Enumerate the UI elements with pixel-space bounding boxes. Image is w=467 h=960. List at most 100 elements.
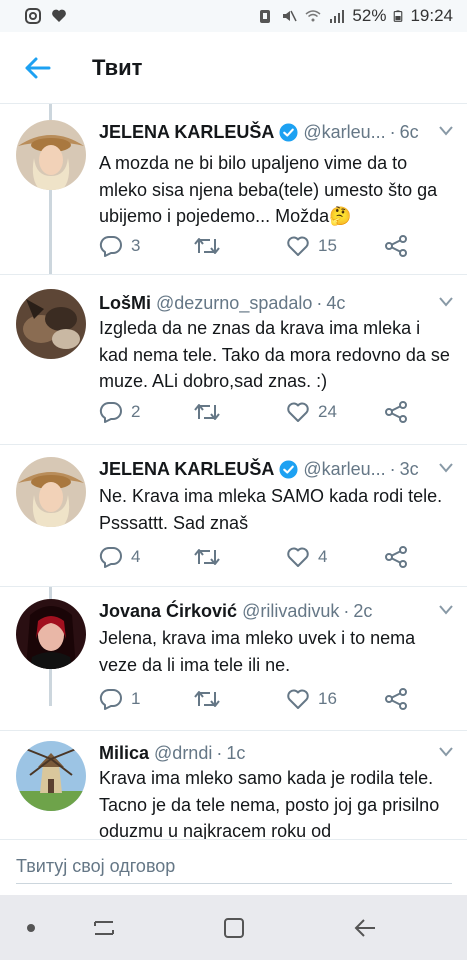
tweet-header: JELENA KARLEUŠA @karleu... · 3c <box>99 455 453 483</box>
tweet-thread[interactable]: JELENA KARLEUŠA @karleu... · 6c A mozda … <box>0 104 467 839</box>
like-button[interactable]: 15 <box>286 235 384 257</box>
retweet-button[interactable] <box>194 402 286 422</box>
tweet-text: Krava ima mleko samo kada je rodila tele… <box>99 768 440 839</box>
instagram-icon <box>25 8 41 24</box>
heart-outline-icon <box>287 236 309 256</box>
chevron-down-icon[interactable] <box>439 605 453 615</box>
battery-icon <box>394 10 403 22</box>
share-icon <box>385 688 407 710</box>
retweet-icon <box>194 549 220 565</box>
reply-input[interactable] <box>16 850 452 884</box>
share-button[interactable] <box>384 688 408 710</box>
chevron-down-icon[interactable] <box>439 747 453 757</box>
separator-dot: · <box>389 121 396 142</box>
dot-icon <box>27 924 35 932</box>
reply-button[interactable]: 2 <box>99 401 194 423</box>
retweet-icon <box>194 238 220 254</box>
chevron-down-icon[interactable] <box>439 126 453 136</box>
share-icon <box>385 235 407 257</box>
tweet-time: 6c <box>399 121 419 142</box>
avatar[interactable] <box>16 599 86 669</box>
alarm-icon <box>260 10 271 23</box>
back-button[interactable] <box>0 32 74 104</box>
author-handle[interactable]: @karleu... <box>303 459 385 480</box>
tweet-time: 1c <box>226 742 246 763</box>
separator-dot: · <box>343 600 350 621</box>
reply-button[interactable]: 4 <box>99 546 194 568</box>
status-bar: 52% 19:24 <box>0 0 467 32</box>
reply-button[interactable]: 3 <box>99 235 194 257</box>
avatar[interactable] <box>16 120 86 190</box>
tweet-time: 3c <box>399 458 419 479</box>
share-button[interactable] <box>384 546 408 568</box>
app-header: Твит <box>0 32 467 104</box>
tweet-header: Milica @drndi · 1c <box>99 739 453 767</box>
separator-dot: · <box>389 458 396 479</box>
tweet-header: Jovana Ćirković @rilivadivuk · 2c <box>99 597 453 625</box>
tweet-card[interactable]: JELENA KARLEUŠA @karleu... · 6c A mozda … <box>0 104 467 274</box>
tweet-card[interactable]: Jovana Ćirković @rilivadivuk · 2c Jelena… <box>0 586 467 730</box>
verified-badge-icon <box>279 459 298 479</box>
author-handle[interactable]: @dezurno_spadalo <box>156 293 312 314</box>
tweet-actions: 4 4 <box>99 542 429 572</box>
chevron-down-icon[interactable] <box>439 297 453 307</box>
reply-icon <box>99 401 122 423</box>
reply-count: 2 <box>131 402 141 421</box>
author-handle[interactable]: @rilivadivuk <box>242 601 339 622</box>
heart-outline-icon <box>287 547 309 567</box>
verified-badge-icon <box>279 122 298 142</box>
heart-icon <box>52 9 66 22</box>
retweet-button[interactable] <box>194 689 286 709</box>
avatar[interactable] <box>16 289 86 359</box>
tweet-header: JELENA KARLEUŠA @karleu... · 6c <box>99 118 453 146</box>
clock: 19:24 <box>410 6 453 25</box>
author-name[interactable]: LošMi <box>99 293 151 314</box>
reply-icon <box>99 235 122 257</box>
author-handle[interactable]: @drndi <box>154 743 212 764</box>
like-count: 24 <box>318 402 337 421</box>
reply-count: 1 <box>131 689 141 708</box>
tweet-card[interactable]: Milica @drndi · 1c Krava ima mleko samo … <box>0 730 467 839</box>
system-back-button[interactable] <box>350 913 380 943</box>
chevron-down-icon[interactable] <box>439 463 453 473</box>
share-icon <box>385 401 407 423</box>
nav-dot-button[interactable] <box>16 913 46 943</box>
share-button[interactable] <box>384 401 408 423</box>
home-button[interactable] <box>219 913 249 943</box>
separator-dot: · <box>316 292 323 313</box>
battery-percent: 52% <box>352 6 387 25</box>
tweet-card[interactable]: LošMi @dezurno_spadalo · 4c Izgleda da n… <box>0 274 467 444</box>
arrow-left-icon <box>25 57 51 78</box>
avatar[interactable] <box>16 457 86 527</box>
page-title: Твит <box>92 54 143 80</box>
author-name[interactable]: Milica <box>99 743 149 764</box>
author-name[interactable]: JELENA KARLEUŠA <box>99 122 274 143</box>
retweet-icon <box>194 404 220 420</box>
like-button[interactable]: 24 <box>286 401 384 423</box>
heart-outline-icon <box>287 402 309 422</box>
tweet-text: A mozda ne bi bilo upaljeno vime da to m… <box>99 153 438 226</box>
signal-icon <box>330 10 345 23</box>
tweet-text: Jelena, krava ima mleko uvek i to nema v… <box>99 628 416 675</box>
avatar[interactable] <box>16 741 86 811</box>
reply-button[interactable]: 1 <box>99 688 194 710</box>
tweet-text: Ne. Krava ima mleka SAMO kada rodi tele.… <box>99 486 443 533</box>
like-button[interactable]: 4 <box>286 546 384 568</box>
like-count: 15 <box>318 236 337 255</box>
wifi-icon <box>305 10 321 22</box>
system-nav-bar <box>0 895 467 960</box>
home-square-icon <box>224 918 244 938</box>
reply-icon <box>99 688 122 710</box>
author-handle[interactable]: @karleu... <box>303 122 385 143</box>
separator-dot: · <box>216 742 223 763</box>
back-arrow-icon <box>354 919 375 937</box>
retweet-button[interactable] <box>194 547 286 567</box>
share-button[interactable] <box>384 235 408 257</box>
author-name[interactable]: Jovana Ćirković <box>99 601 237 622</box>
like-button[interactable]: 16 <box>286 688 384 710</box>
author-name[interactable]: JELENA KARLEUŠA <box>99 459 274 480</box>
recent-apps-button[interactable] <box>89 913 119 943</box>
tweet-card[interactable]: JELENA KARLEUŠA @karleu... · 3c Ne. Krav… <box>0 444 467 586</box>
retweet-button[interactable] <box>194 236 286 256</box>
retweet-icon <box>194 691 220 707</box>
